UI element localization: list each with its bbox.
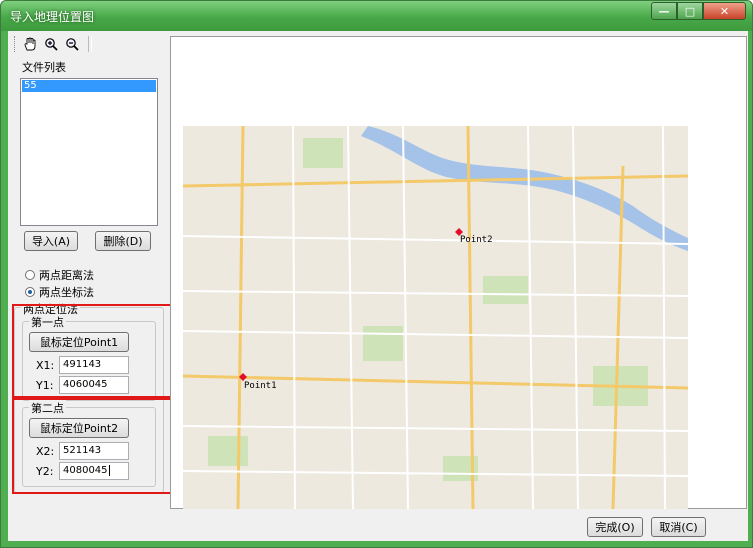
- window-controls: — □ ✕: [651, 2, 746, 20]
- minimize-icon: —: [658, 4, 670, 18]
- radio-distance-method[interactable]: 两点距离法: [25, 267, 94, 283]
- file-list-title: 文件列表: [22, 61, 66, 74]
- map-toolbar: [14, 34, 92, 54]
- close-icon: ✕: [719, 4, 730, 18]
- radio-circle[interactable]: [25, 270, 35, 280]
- finish-button[interactable]: 完成(O): [587, 517, 643, 537]
- file-list[interactable]: 55: [20, 78, 158, 226]
- map-view[interactable]: Point2 Point1: [170, 36, 747, 509]
- highlight-box-point2: [12, 396, 172, 494]
- dialog-body: 文件列表 55 导入(A) 删除(D) 两点距离法 两点坐标法 两点定位法 第一…: [8, 31, 748, 541]
- radio-label: 两点距离法: [39, 269, 94, 282]
- radio-coordinate-method[interactable]: 两点坐标法: [25, 284, 94, 300]
- delete-button[interactable]: 删除(D): [95, 231, 151, 251]
- import-button[interactable]: 导入(A): [24, 231, 78, 251]
- zoom-in-icon[interactable]: [42, 35, 60, 53]
- main-window: 导入地理位置图 — □ ✕ 文件列表 55 导入(A) 删除(D) 两点距离法 …: [0, 0, 753, 548]
- window-title: 导入地理位置图: [10, 10, 95, 24]
- maximize-button[interactable]: □: [677, 2, 703, 20]
- marker-point2-label: Point2: [460, 235, 493, 245]
- radio-label: 两点坐标法: [39, 286, 94, 299]
- title-bar[interactable]: 导入地理位置图 — □ ✕: [1, 1, 752, 31]
- close-button[interactable]: ✕: [703, 2, 746, 20]
- list-item[interactable]: 55: [22, 80, 156, 92]
- radio-circle-selected[interactable]: [25, 287, 35, 297]
- minimize-button[interactable]: —: [651, 2, 677, 20]
- cancel-button[interactable]: 取消(C): [651, 517, 706, 537]
- zoom-out-icon[interactable]: [63, 35, 81, 53]
- toolbar-separator: [88, 36, 92, 52]
- pan-hand-icon[interactable]: [21, 35, 39, 53]
- maximize-icon: □: [684, 4, 696, 18]
- map-image[interactable]: Point2 Point1: [183, 126, 688, 509]
- marker-point1-label: Point1: [244, 381, 277, 391]
- highlight-box-point1: [12, 304, 172, 400]
- toolbar-grip[interactable]: [14, 36, 18, 52]
